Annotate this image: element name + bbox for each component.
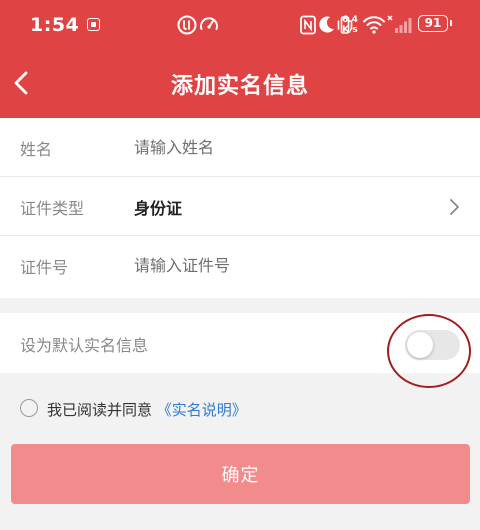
agreement-row: 我已阅读并同意 《实名说明》	[0, 390, 480, 426]
default-setting-row: 设为默认实名信息	[0, 313, 480, 373]
status-right: 6.4 K/s 91	[300, 12, 470, 40]
status-time: 1:54	[30, 14, 80, 36]
confirm-button[interactable]: 确定	[11, 444, 470, 504]
cellular-signal-icon	[387, 15, 412, 33]
default-toggle[interactable]	[405, 330, 460, 360]
moon-icon	[319, 16, 334, 33]
header: 1:54 6.4 K/s 91 添加实名信息	[0, 0, 480, 118]
wifi-icon	[363, 16, 385, 34]
default-setting-label: 设为默认实名信息	[20, 336, 149, 355]
toggle-knob	[407, 332, 433, 358]
notification-icon	[87, 18, 100, 31]
network-speed: 6.4 K/s	[342, 15, 358, 35]
network-speed-unit: K/s	[342, 25, 358, 35]
network-speed-value: 6.4	[342, 15, 358, 25]
nav-bar: 添加实名信息	[0, 52, 480, 118]
name-label: 姓名	[20, 140, 53, 159]
page-title: 添加实名信息	[170, 74, 309, 99]
id-type-label: 证件类型	[20, 199, 85, 218]
form-row-id-number: 证件号	[0, 236, 480, 295]
form-row-name: 姓名	[0, 118, 480, 177]
name-input[interactable]	[134, 132, 434, 162]
id-type-value[interactable]: 身份证	[134, 195, 182, 219]
form-row-id-type[interactable]: 证件类型 身份证	[0, 177, 480, 236]
id-number-label: 证件号	[20, 258, 69, 277]
nfc-icon	[300, 15, 316, 35]
speedometer-icon	[200, 17, 218, 30]
app-icon	[177, 15, 197, 35]
form-card: 姓名 证件类型 身份证 证件号	[0, 118, 480, 298]
status-bar: 1:54 6.4 K/s 91	[0, 0, 480, 52]
agreement-text: 我已阅读并同意 《实名说明》	[47, 399, 247, 420]
id-number-input[interactable]	[134, 250, 434, 280]
chevron-right-icon	[450, 199, 459, 215]
agreement-label: 我已阅读并同意	[47, 401, 157, 419]
agreement-link[interactable]: 《实名说明》	[157, 401, 247, 419]
agreement-radio[interactable]	[20, 399, 38, 417]
battery-icon: 91	[418, 15, 452, 32]
